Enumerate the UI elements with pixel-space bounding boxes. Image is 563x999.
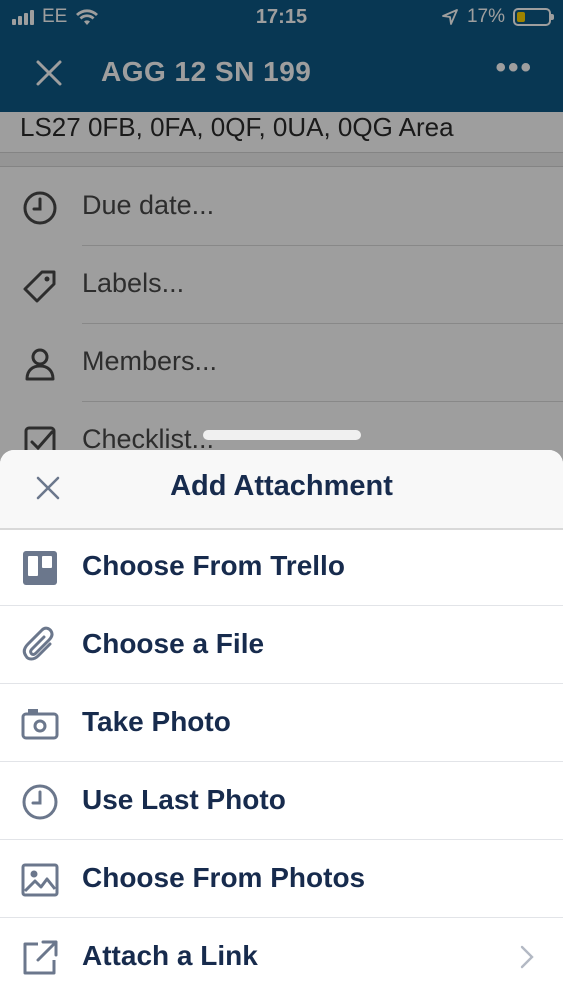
choose-a-file-option[interactable]: Choose a File xyxy=(0,606,563,684)
image-icon xyxy=(21,863,59,897)
choose-a-file-label: Choose a File xyxy=(82,628,265,659)
sheet-drag-handle[interactable] xyxy=(203,430,361,440)
paperclip-icon xyxy=(22,626,54,661)
choose-from-photos-option[interactable]: Choose From Photos xyxy=(0,840,563,918)
use-last-photo-label: Use Last Photo xyxy=(82,784,286,815)
take-photo-label: Take Photo xyxy=(82,706,231,737)
clock-icon xyxy=(22,784,58,820)
sheet-title: Add Attachment xyxy=(170,470,393,502)
choose-from-photos-label: Choose From Photos xyxy=(82,862,366,893)
take-photo-option[interactable]: Take Photo xyxy=(0,684,563,762)
choose-from-trello-option[interactable]: Choose From Trello xyxy=(0,528,563,606)
add-attachment-sheet: Add Attachment Choose From Trello Choose… xyxy=(0,450,563,999)
camera-icon xyxy=(21,709,59,740)
use-last-photo-option[interactable]: Use Last Photo xyxy=(0,762,563,840)
attach-a-link-option[interactable]: Attach a Link xyxy=(0,918,563,996)
sheet-header: Add Attachment xyxy=(0,450,563,530)
trello-icon xyxy=(23,551,57,585)
choose-from-trello-label: Choose From Trello xyxy=(82,550,345,581)
chevron-right-icon xyxy=(520,945,534,969)
attach-a-link-label: Attach a Link xyxy=(82,940,258,971)
external-link-icon xyxy=(23,940,58,975)
